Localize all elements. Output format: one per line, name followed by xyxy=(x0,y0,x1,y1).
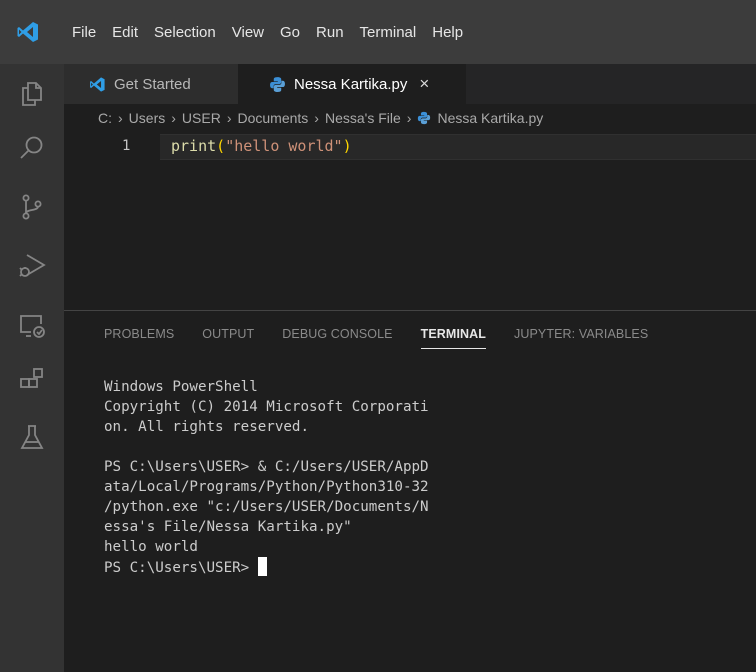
breadcrumb: C: › Users › USER › Documents › Nessa's … xyxy=(98,106,543,130)
terminal-output[interactable]: Windows PowerShell Copyright (C) 2014 Mic… xyxy=(104,377,429,578)
remote-explorer-icon[interactable] xyxy=(17,310,47,340)
terminal-line: essa's File/Nessa Kartika.py" xyxy=(104,519,352,535)
terminal-line: Copyright (C) 2014 Microsoft Corporati xyxy=(104,399,429,415)
vscode-logo-icon xyxy=(90,76,105,92)
tab-output[interactable]: OUTPUT xyxy=(202,327,254,349)
terminal-line: Windows PowerShell xyxy=(104,379,258,395)
terminal-line: PS C:\Users\USER> & C:/Users/USER/AppD xyxy=(104,459,429,475)
breadcrumb-item[interactable]: USER xyxy=(182,110,221,126)
menu-edit[interactable]: Edit xyxy=(112,24,138,41)
activity-bar xyxy=(0,64,64,672)
tab-get-started[interactable]: Get Started xyxy=(64,64,238,104)
menu-help[interactable]: Help xyxy=(432,24,463,41)
tab-problems[interactable]: PROBLEMS xyxy=(104,327,174,349)
menu-run[interactable]: Run xyxy=(316,24,344,41)
chevron-right-icon: › xyxy=(171,110,176,126)
menu-view[interactable]: View xyxy=(232,24,264,41)
terminal-line: hello world xyxy=(104,539,198,555)
code-paren-open: ( xyxy=(216,137,226,155)
breadcrumb-item[interactable]: Users xyxy=(129,110,166,126)
close-icon[interactable]: × xyxy=(419,74,429,94)
title-bar: File Edit Selection View Go Run Terminal… xyxy=(0,0,756,64)
tab-jupyter-variables[interactable]: JUPYTER: VARIABLES xyxy=(514,327,648,349)
panel-tabs: PROBLEMS OUTPUT DEBUG CONSOLE TERMINAL J… xyxy=(104,327,676,349)
chevron-right-icon: › xyxy=(314,110,319,126)
chevron-right-icon: › xyxy=(226,110,232,126)
terminal-line: ata/Local/Programs/Python/Python310-32 xyxy=(104,479,429,495)
testing-icon[interactable] xyxy=(17,422,47,452)
breadcrumb-item[interactable]: C: xyxy=(98,110,112,126)
code-paren-close: ) xyxy=(342,137,352,155)
breadcrumb-item[interactable]: Nessa's File xyxy=(325,110,401,126)
search-icon[interactable] xyxy=(17,133,47,163)
editor-tabs: Get Started Nessa Kartika.py × xyxy=(64,64,756,104)
menu-file[interactable]: File xyxy=(72,24,96,41)
code-string: "hello world" xyxy=(225,137,343,155)
tab-label: Nessa Kartika.py xyxy=(294,75,408,93)
chevron-right-icon: › xyxy=(406,110,412,126)
terminal-prompt: PS C:\Users\USER> xyxy=(104,560,258,576)
menu-bar: File Edit Selection View Go Run Terminal… xyxy=(72,20,479,44)
terminal-line: /python.exe "c:/Users/USER/Documents/N xyxy=(104,499,429,515)
run-debug-icon[interactable] xyxy=(17,250,47,280)
terminal-line: on. All rights reserved. xyxy=(104,419,309,435)
tab-label: Get Started xyxy=(114,75,191,93)
breadcrumb-file[interactable]: Nessa Kartika.py xyxy=(437,110,543,126)
files-icon[interactable] xyxy=(17,78,47,108)
code-line[interactable]: print("hello world") xyxy=(171,137,352,155)
tab-terminal[interactable]: TERMINAL xyxy=(420,327,487,349)
menu-terminal[interactable]: Terminal xyxy=(360,24,417,41)
menu-go[interactable]: Go xyxy=(280,24,300,41)
terminal-prompt-line[interactable]: PS C:\Users\USER> xyxy=(104,557,429,578)
code-editor[interactable]: 1 print("hello world") xyxy=(64,134,756,310)
source-control-icon[interactable] xyxy=(17,192,47,222)
line-number: 1 xyxy=(122,138,131,154)
breadcrumb-item[interactable]: Documents xyxy=(237,110,308,126)
tab-debug-console[interactable]: DEBUG CONSOLE xyxy=(282,327,392,349)
chevron-right-icon: › xyxy=(118,110,123,126)
menu-selection[interactable]: Selection xyxy=(154,24,216,41)
extensions-icon[interactable] xyxy=(17,365,47,395)
python-file-icon xyxy=(270,76,285,92)
vscode-logo-icon xyxy=(17,22,38,42)
python-file-icon xyxy=(418,111,431,125)
terminal-cursor xyxy=(257,557,267,576)
bottom-panel: PROBLEMS OUTPUT DEBUG CONSOLE TERMINAL J… xyxy=(64,310,756,672)
tab-nessa-kartika[interactable]: Nessa Kartika.py × xyxy=(238,64,466,104)
code-function: print xyxy=(171,137,217,155)
